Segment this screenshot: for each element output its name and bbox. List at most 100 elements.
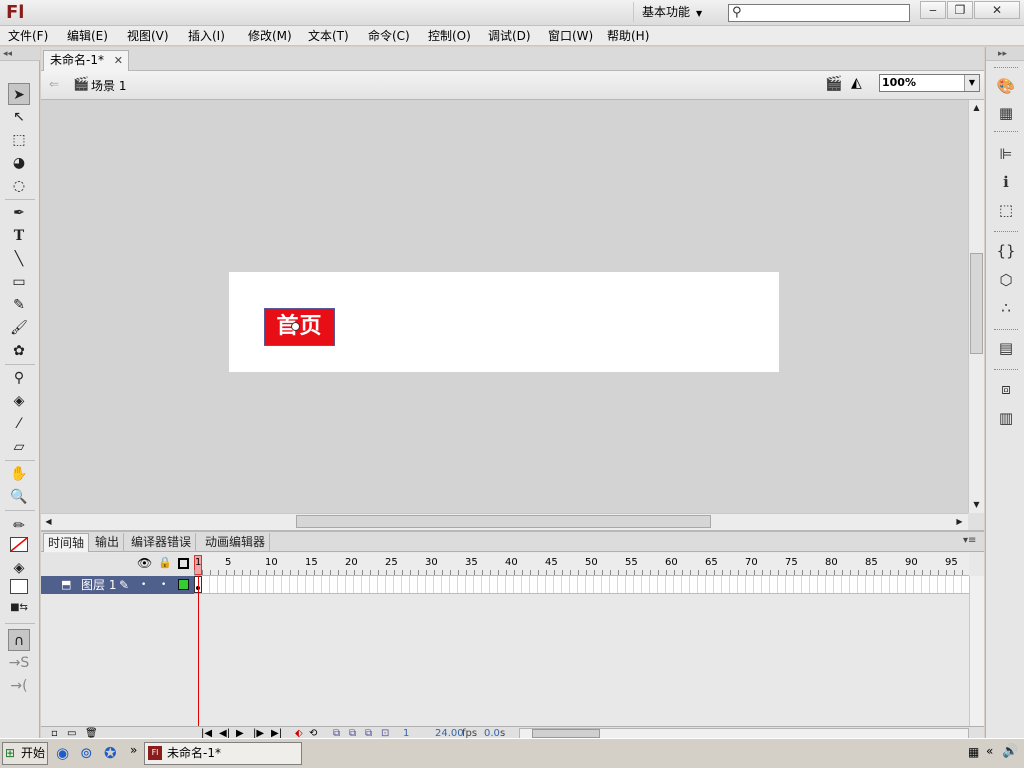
tab-timeline[interactable]: 时间轴	[43, 533, 90, 552]
subselection-tool-icon[interactable]: ↖	[8, 106, 30, 128]
workspace-switcher[interactable]: 基本功能 ▼	[633, 2, 713, 22]
stroke-color-icon[interactable]: ✏	[8, 515, 30, 537]
layer-outline-color[interactable]	[178, 579, 189, 590]
tab-output[interactable]: 输出	[91, 533, 125, 552]
restore-button[interactable]: ❐	[947, 1, 973, 19]
code-snippets-icon[interactable]: {}	[995, 240, 1017, 262]
browser-icon[interactable]: ◉	[56, 744, 69, 762]
lock-icon[interactable]: 🔒	[158, 556, 172, 569]
hand-tool-icon[interactable]: ✋	[8, 463, 30, 485]
free-transform-tool-icon[interactable]: ⬚	[8, 129, 30, 151]
line-tool-icon[interactable]: ╲	[8, 248, 30, 270]
start-button[interactable]: ⊞ 开始	[2, 742, 48, 765]
panel-menu-icon[interactable]: ▾≡	[963, 535, 976, 546]
straighten-icon[interactable]: →(	[8, 675, 30, 697]
collapse-icon[interactable]: ◂◂	[0, 47, 40, 61]
project-icon[interactable]: ▤	[995, 337, 1017, 359]
stage[interactable]: 首页	[229, 272, 779, 372]
tab-compiler-errors[interactable]: 编译器错误	[127, 533, 197, 552]
menu-debug[interactable]: 调试(D)	[488, 28, 531, 44]
smooth-icon[interactable]: →S	[8, 652, 30, 674]
edit-scene-icon[interactable]: 🎬	[825, 76, 842, 92]
frame-ruler[interactable]: 1 5 10 15 20 25 30 35 40 45 50 55 60 65 …	[194, 553, 969, 576]
info-icon[interactable]: ℹ	[995, 171, 1017, 193]
stage-horizontal-scrollbar[interactable]: ◀ ▶	[41, 513, 968, 530]
outline-icon[interactable]	[178, 558, 189, 569]
text-tool-icon[interactable]: T	[8, 225, 30, 247]
taskbar-item-title: 未命名-1*	[167, 746, 221, 760]
scroll-up-icon[interactable]: ▲	[969, 100, 984, 115]
menu-window[interactable]: 窗口(W)	[548, 28, 593, 44]
pasteboard[interactable]: 首页	[41, 100, 968, 513]
motion-presets-icon[interactable]: ∴	[995, 297, 1017, 319]
brush-tool-icon[interactable]: 🖌	[8, 317, 30, 339]
chevron-down-icon[interactable]: ▼	[964, 75, 979, 91]
swatches-icon[interactable]: ▦	[995, 102, 1017, 124]
library-icon[interactable]: ⧈	[995, 378, 1017, 400]
snap-magnet-icon[interactable]: ∩	[8, 629, 30, 651]
eye-icon[interactable]: 👁	[137, 556, 152, 570]
collapse-tray-icon[interactable]: «	[986, 744, 993, 758]
deco-tool-icon[interactable]: ✿	[8, 340, 30, 362]
close-button[interactable]: ✕	[974, 1, 1020, 19]
paint-bucket-tool-icon[interactable]: ◈	[8, 390, 30, 412]
scroll-right-icon[interactable]: ▶	[952, 514, 967, 529]
volume-icon[interactable]: 🔊	[1002, 744, 1018, 759]
ie-icon[interactable]: ⊚	[80, 744, 93, 762]
tab-motion-editor[interactable]: 动画编辑器	[201, 533, 271, 552]
menu-text[interactable]: 文本(T)	[308, 28, 349, 44]
menu-insert[interactable]: 插入(I)	[188, 28, 225, 44]
transform-icon[interactable]: ⬚	[995, 199, 1017, 221]
scroll-left-icon[interactable]: ◀	[41, 514, 56, 529]
menu-view[interactable]: 视图(V)	[127, 28, 169, 44]
layer-row[interactable]: ⬒ 图层 1 ✎ • •	[41, 576, 194, 594]
scroll-thumb[interactable]	[296, 515, 711, 528]
color-palette-icon[interactable]: 🎨	[995, 75, 1017, 97]
expand-icon[interactable]: ▸▸	[986, 47, 1024, 61]
fill-color-icon[interactable]: ◈	[8, 557, 30, 579]
eyedropper-tool-icon[interactable]: ⁄	[8, 413, 30, 435]
align-icon[interactable]: ⊫	[995, 143, 1017, 165]
properties-icon[interactable]: ▥	[995, 407, 1017, 429]
eraser-tool-icon[interactable]: ▱	[8, 436, 30, 458]
scroll-thumb[interactable]	[532, 729, 600, 738]
close-icon[interactable]: ✕	[114, 51, 123, 70]
lasso-tool-icon[interactable]: ◌	[8, 175, 30, 197]
menu-help[interactable]: 帮助(H)	[607, 28, 649, 44]
stroke-color-swatch[interactable]	[10, 537, 28, 552]
fill-color-swatch[interactable]	[10, 579, 28, 594]
swap-colors-icon[interactable]: ■⇆	[8, 597, 30, 619]
scroll-thumb[interactable]	[970, 253, 983, 354]
stage-vertical-scrollbar[interactable]: ▲ ▼	[968, 100, 984, 513]
menu-modify[interactable]: 修改(M)	[248, 28, 292, 44]
ime-icon[interactable]: ▦	[968, 745, 979, 759]
scene-label[interactable]: 场景 1	[91, 77, 126, 94]
selection-tool-icon[interactable]: ➤	[8, 83, 30, 105]
rectangle-tool-icon[interactable]: ▭	[8, 271, 30, 293]
menu-control[interactable]: 控制(O)	[428, 28, 471, 44]
pencil-tool-icon[interactable]: ✎	[8, 294, 30, 316]
pen-tool-icon[interactable]: ✒	[8, 202, 30, 224]
search-input[interactable]: ⚲	[728, 4, 910, 22]
document-tab[interactable]: 未命名-1* ✕	[43, 50, 129, 71]
menu-commands[interactable]: 命令(C)	[368, 28, 410, 44]
scroll-down-icon[interactable]: ▼	[969, 497, 984, 512]
minimize-button[interactable]: ‒	[920, 1, 946, 19]
more-icon[interactable]: »	[130, 743, 137, 757]
taskbar-item-flash[interactable]: Fl 未命名-1*	[144, 742, 302, 765]
timeline-vertical-scrollbar[interactable]	[969, 576, 984, 726]
visibility-dot[interactable]: •	[141, 576, 146, 594]
lock-dot[interactable]: •	[161, 576, 166, 594]
3d-rotation-tool-icon[interactable]: ◕	[8, 152, 30, 174]
settings-icon[interactable]: ✪	[104, 744, 117, 762]
bone-tool-icon[interactable]: ⚲	[8, 367, 30, 389]
frame-cells[interactable]	[194, 576, 969, 594]
menu-file[interactable]: 文件(F)	[8, 28, 48, 44]
zoom-tool-icon[interactable]: 🔍	[8, 486, 30, 508]
edit-symbol-icon[interactable]: ◭	[851, 75, 862, 91]
layer-name[interactable]: 图层 1	[81, 576, 116, 594]
zoom-select[interactable]: 100% ▼	[879, 74, 980, 92]
menu-edit[interactable]: 编辑(E)	[67, 28, 108, 44]
back-arrow-icon[interactable]: ⇐	[49, 77, 59, 91]
components-icon[interactable]: ⬡	[995, 269, 1017, 291]
